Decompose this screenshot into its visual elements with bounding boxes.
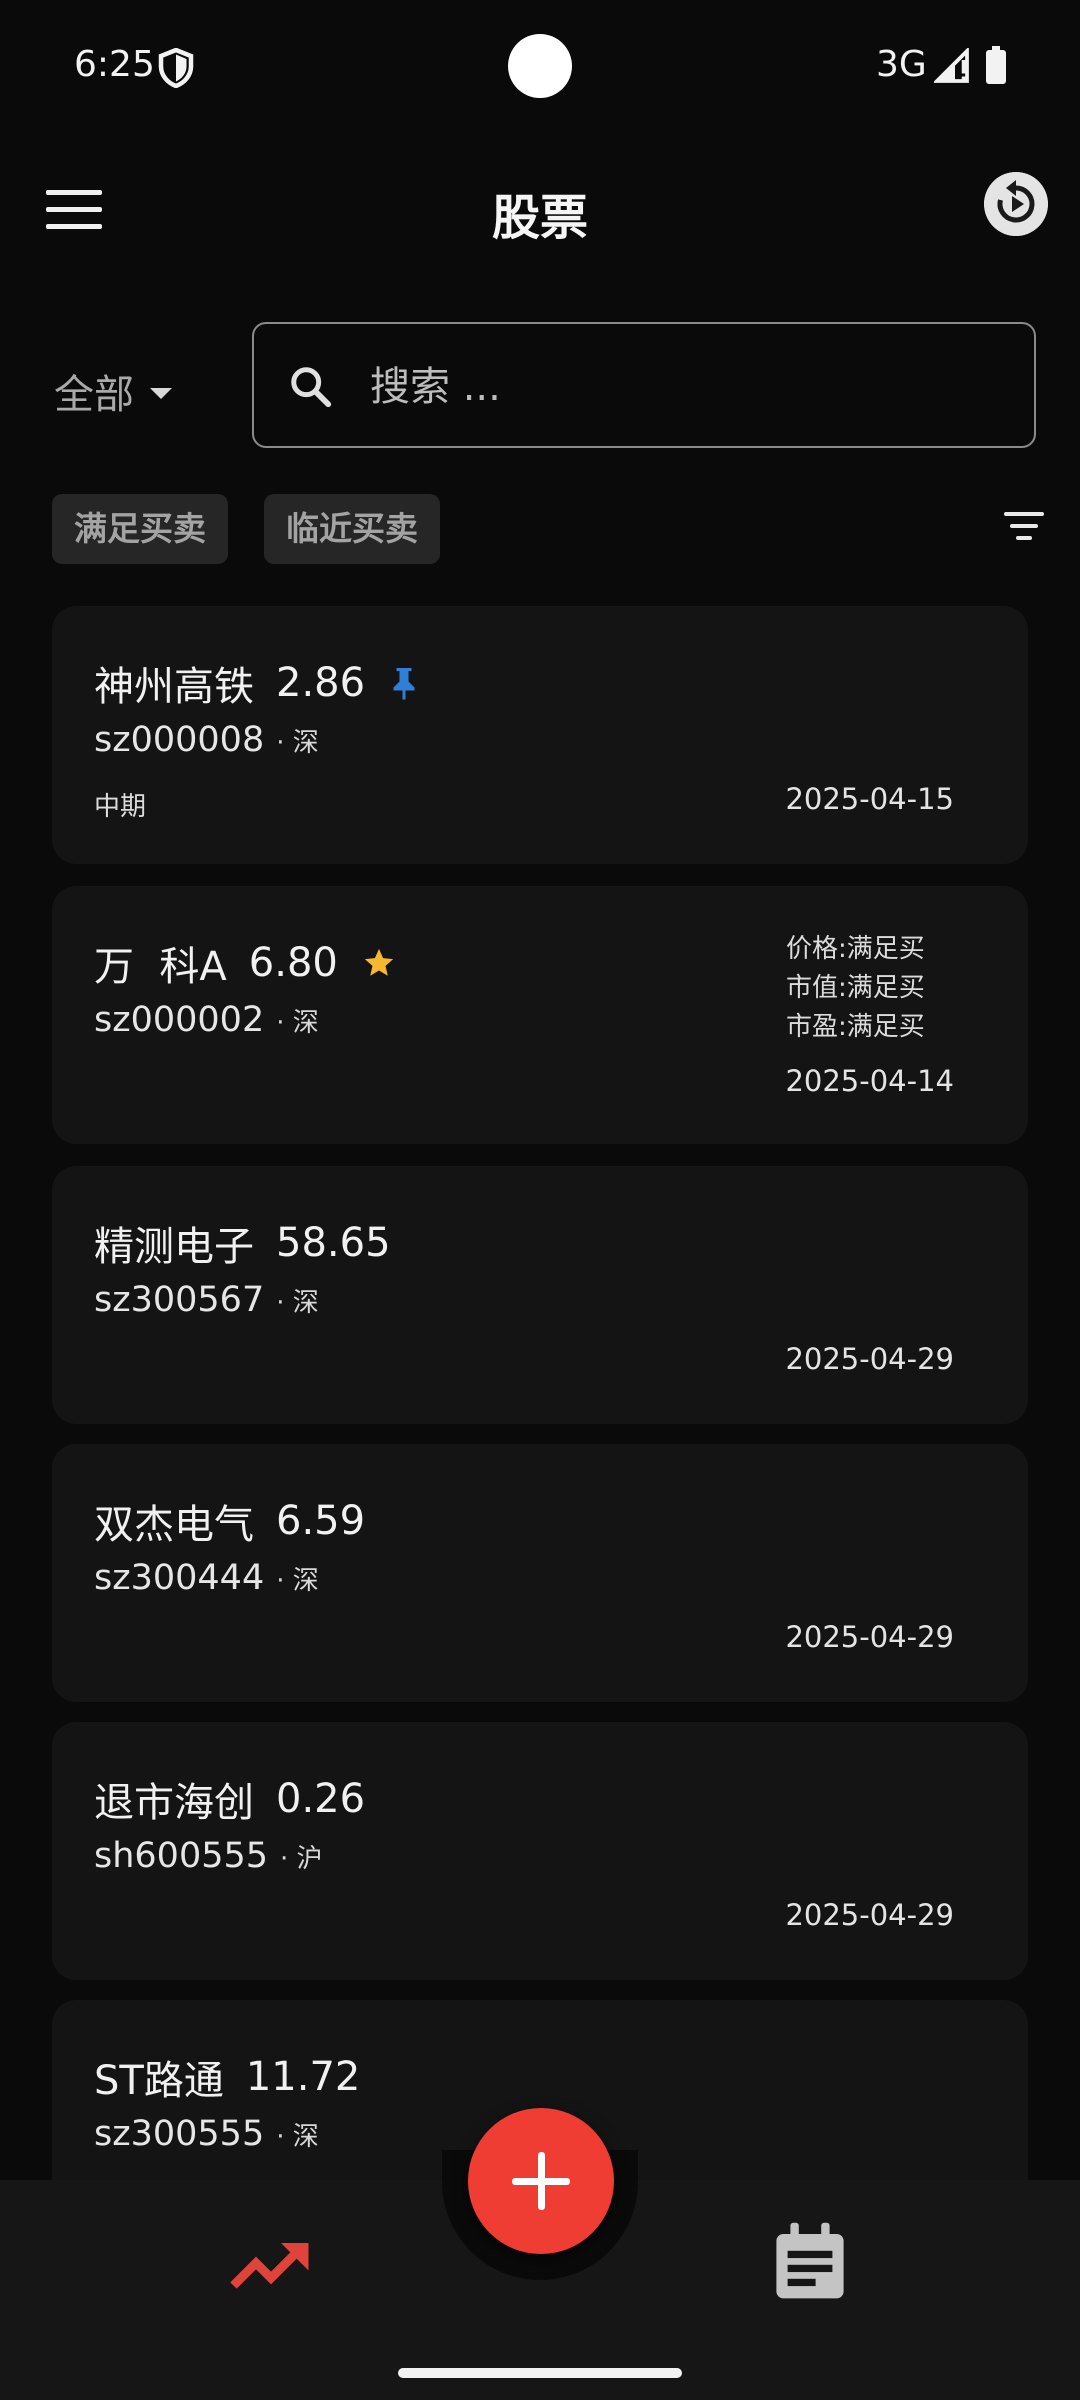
- star-icon: [364, 948, 394, 976]
- stock-code-row: sz300555 · 深: [94, 2114, 319, 2154]
- stock-name: 双杰电气: [94, 1502, 254, 1548]
- signal-icon: [934, 48, 969, 83]
- search-input[interactable]: [368, 354, 992, 420]
- home-indicator: [398, 2368, 682, 2378]
- stock-date: 2025-04-29: [785, 1342, 954, 1376]
- chip-near-trade[interactable]: 临近买卖: [264, 494, 440, 564]
- stock-date: 2025-04-29: [785, 1898, 954, 1932]
- stock-price: 11.72: [245, 2054, 361, 2100]
- search-icon: [291, 367, 332, 408]
- condition-price: 价格:满足买: [786, 934, 925, 964]
- stock-card[interactable]: 万 科A 6.80 sz000002 · 深 价格:满足买 市值:满足买 市盈:…: [52, 886, 1028, 1144]
- trending-up-icon[interactable]: [226, 2228, 316, 2298]
- condition-pe: 市盈:满足买: [786, 1012, 925, 1042]
- stock-name: 神州高铁: [94, 664, 254, 710]
- condition-market-cap: 市值:满足买: [786, 973, 925, 1003]
- shield-icon: [158, 48, 194, 88]
- stock-title-row: 万 科A 6.80: [94, 934, 396, 992]
- status-time: 6:25: [74, 44, 155, 85]
- stock-code-row: sz000008 · 深: [94, 720, 319, 760]
- stock-title-row: 精测电子 58.65: [94, 1214, 391, 1272]
- stock-price: 58.65: [276, 1220, 391, 1266]
- stock-card[interactable]: 双杰电气 6.59 sz300444 · 深 2025-04-29: [52, 1444, 1028, 1702]
- stock-code: sz000002: [94, 1000, 265, 1040]
- battery-icon: [986, 46, 1006, 84]
- stock-name: 万 科A: [94, 944, 227, 990]
- chip-satisfy-trade[interactable]: 满足买卖: [52, 494, 228, 564]
- stock-market: · 深: [276, 1565, 319, 1596]
- stock-date: 2025-04-14: [785, 1064, 954, 1098]
- stock-code: sz300444: [94, 1558, 265, 1598]
- stock-price: 6.59: [276, 1498, 366, 1544]
- stock-price: 0.26: [276, 1776, 366, 1822]
- stock-market: · 深: [276, 1287, 319, 1318]
- stock-market: · 沪: [280, 1843, 323, 1874]
- stock-name: ST路通: [94, 2058, 224, 2104]
- caret-down-icon: [150, 387, 172, 399]
- stock-market: · 深: [276, 727, 319, 758]
- stock-code: sz300567: [94, 1280, 265, 1320]
- stock-code: sz300555: [94, 2114, 265, 2154]
- stock-price: 2.86: [276, 660, 366, 706]
- refresh-icon[interactable]: [984, 172, 1048, 236]
- stock-term: 中期: [94, 792, 147, 822]
- stock-market: · 深: [276, 1007, 319, 1038]
- stock-title-row: ST路通 11.72: [94, 2048, 360, 2106]
- stock-conditions: 价格:满足买 市值:满足买 市盈:满足买: [786, 930, 925, 1047]
- stock-code-row: sz300567 · 深: [94, 1280, 319, 1320]
- category-dropdown[interactable]: 全部: [54, 362, 172, 420]
- stock-card[interactable]: 退市海创 0.26 sh600555 · 沪 2025-04-29: [52, 1722, 1028, 1980]
- category-dropdown-label: 全部: [54, 372, 134, 418]
- stock-code-row: sz000002 · 深: [94, 1000, 319, 1040]
- stock-code: sz000008: [94, 720, 265, 760]
- stock-price: 6.80: [248, 940, 338, 986]
- stock-name: 精测电子: [94, 1224, 254, 1270]
- stock-name: 退市海创: [94, 1780, 254, 1826]
- pin-icon: [393, 668, 415, 700]
- notes-icon[interactable]: [770, 2220, 850, 2304]
- stock-card[interactable]: 神州高铁 2.86 sz000008 · 深 中期 2025-04-15: [52, 606, 1028, 864]
- stock-code-row: sz300444 · 深: [94, 1558, 319, 1598]
- status-bar: 6:25 3G: [0, 0, 1080, 130]
- stock-title-row: 退市海创 0.26: [94, 1770, 365, 1828]
- stock-market: · 深: [276, 2121, 319, 2152]
- app-bar: 股票: [0, 140, 1080, 270]
- stock-title-row: 双杰电气 6.59: [94, 1492, 365, 1550]
- page-title: 股票: [491, 190, 588, 246]
- search-box[interactable]: [252, 322, 1036, 448]
- network-type: 3G: [876, 44, 927, 85]
- stock-code-row: sh600555 · 沪: [94, 1836, 323, 1876]
- filter-sort-icon[interactable]: [1004, 512, 1044, 544]
- stock-card[interactable]: 精测电子 58.65 sz300567 · 深 2025-04-29: [52, 1166, 1028, 1424]
- camera-cutout: [508, 34, 572, 98]
- stock-code: sh600555: [94, 1836, 269, 1876]
- stock-date: 2025-04-15: [785, 782, 954, 816]
- stock-list-screen: 6:25 3G 股票 全部 搜索 ... 满足买卖 临近买卖 神州高铁 2.86…: [0, 0, 1080, 2400]
- stock-title-row: 神州高铁 2.86: [94, 654, 419, 712]
- add-stock-button[interactable]: [468, 2108, 614, 2254]
- stock-date: 2025-04-29: [785, 1620, 954, 1654]
